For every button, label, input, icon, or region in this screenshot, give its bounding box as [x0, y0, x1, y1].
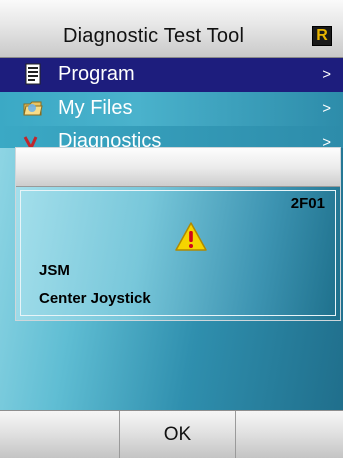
softkey-right[interactable]: [236, 411, 343, 458]
menu-item-program[interactable]: Program >: [0, 58, 343, 92]
menu-item-diagnostics[interactable]: Diagnostics >: [0, 126, 343, 148]
brand-logo-icon: R: [312, 26, 332, 46]
ok-button[interactable]: OK: [120, 411, 236, 458]
fault-description: Center Joystick: [39, 290, 151, 307]
chevron-right-icon: >: [322, 134, 331, 148]
menu-item-my-files[interactable]: My Files >: [0, 92, 343, 126]
diagnostics-icon: [23, 136, 38, 148]
chevron-right-icon: >: [322, 100, 331, 117]
document-icon: [25, 63, 41, 85]
menu-item-label: Program: [58, 63, 135, 85]
app-title: Diagnostic Test Tool: [63, 25, 245, 47]
menu-item-label: My Files: [58, 97, 133, 119]
softkey-bar: OK: [0, 410, 343, 458]
warning-icon: [175, 222, 207, 251]
folder-icon: [23, 101, 43, 116]
menu-item-label: Diagnostics: [58, 130, 162, 148]
title-bar: Diagnostic Test Tool R: [0, 0, 343, 58]
dialog-body: 2F01 JSM Center Joystick: [20, 190, 336, 316]
dialog-header: [16, 148, 340, 187]
alert-dialog: 2F01 JSM Center Joystick: [15, 147, 341, 321]
module-name: JSM: [39, 262, 70, 279]
softkey-left[interactable]: [0, 411, 120, 458]
chevron-right-icon: >: [322, 66, 331, 83]
fault-code: 2F01: [290, 195, 325, 212]
